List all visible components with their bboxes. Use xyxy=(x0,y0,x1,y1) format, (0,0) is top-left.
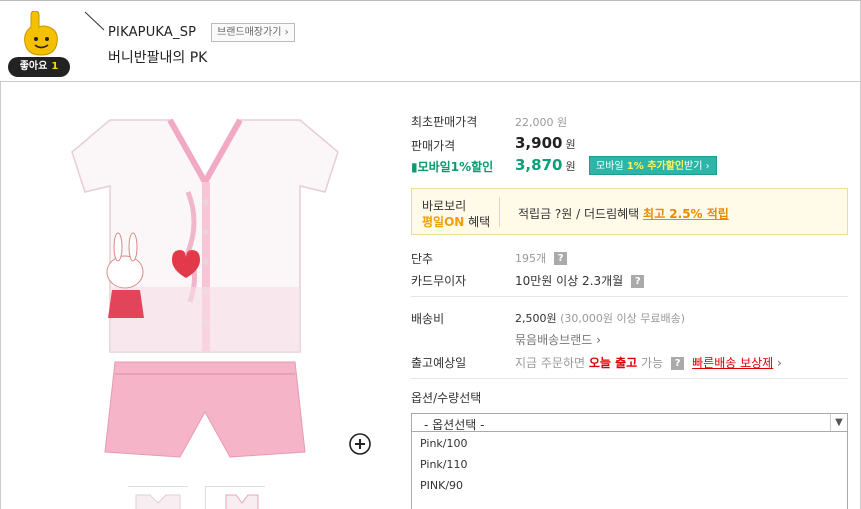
fast-delivery-arrow: › xyxy=(773,356,782,370)
benefit-text: 적립금 ?원 / 더드림혜택 최고 2.5% 적립 xyxy=(518,205,729,222)
benefit-rest: 혜택 xyxy=(464,215,491,229)
shipping-note: (30,000원 이상 무료배송) xyxy=(556,312,686,325)
divider xyxy=(411,378,848,379)
benefit-highlight-link[interactable]: 최고 2.5% 적립 xyxy=(643,207,729,221)
help-icon[interactable]: ? xyxy=(671,357,685,370)
release-today: 오늘 출고 xyxy=(588,356,638,370)
mobile-price: 3,870 원 xyxy=(515,156,576,174)
mobile-discount-label: ▮모바일1%할인 xyxy=(411,160,494,174)
divider xyxy=(411,296,848,297)
benefit-title: 바로보리 xyxy=(422,199,467,213)
mobile-price-unit: 원 xyxy=(565,160,576,173)
sale-price-value: 3,900 xyxy=(515,134,563,152)
benefit-text-pre: 적립금 ?원 / 더드림혜택 xyxy=(518,207,644,221)
release-pre: 지금 주문하면 xyxy=(515,356,589,370)
chevron-down-icon[interactable]: ▼ xyxy=(830,414,847,431)
option-list: Pink/100 Pink/110 PINK/90 xyxy=(411,432,848,509)
product-header: 좋아요 1 PIKAPUKA_SP 브랜드매장가기 › 버니반팔내의 PK xyxy=(0,0,861,82)
stock-label: 단추 xyxy=(411,252,434,266)
mobile-btn-post: 받기 › xyxy=(684,161,710,172)
card-interest-row: 10만원 이상 2.3개월? xyxy=(515,272,645,289)
option-item[interactable]: Pink/110 xyxy=(420,458,468,471)
option-item[interactable]: PINK/90 xyxy=(420,479,463,492)
bundle-shipping-link[interactable]: 묶음배송브랜드 › xyxy=(515,331,601,348)
help-icon[interactable]: ? xyxy=(631,275,645,288)
lowest-price-label: 최초판매가격 xyxy=(411,115,478,129)
shipping-label: 배송비 xyxy=(411,312,445,326)
mobile-price-value: 3,870 xyxy=(515,156,563,174)
sale-price-label: 판매가격 xyxy=(411,139,456,153)
shipping-row: 2,500원 (30,000원 이상 무료배송) xyxy=(515,310,685,326)
sale-price: 3,900 원 xyxy=(515,134,576,152)
card-interest-label: 카드무이자 xyxy=(411,274,467,288)
thumbs-up-icon xyxy=(24,11,58,56)
like-button[interactable]: 좋아요 1 xyxy=(8,11,72,77)
lowest-price-value: 22,000 원 xyxy=(515,116,568,129)
thumbnail-1[interactable] xyxy=(128,486,188,509)
release-row: 지금 주문하면 오늘 출고 가능? 빠른배송 보상제 › xyxy=(515,354,782,371)
stock-value: 195개 xyxy=(515,252,547,265)
mobile-discount-button[interactable]: 모바일 1% 추가할인받기 › xyxy=(589,156,717,175)
thumbnail-image xyxy=(225,494,259,509)
zoom-plus-icon[interactable] xyxy=(348,432,372,456)
product-image xyxy=(71,118,339,458)
option-select-value: - 옵션선택 - xyxy=(424,418,485,432)
thumbnail-2[interactable] xyxy=(205,486,265,509)
mobile-btn-highlight: 1% 추가할인 xyxy=(626,161,685,172)
bundle-link-text: 묶음배송브랜드 xyxy=(515,333,593,347)
shipping-value: 2,500원 xyxy=(515,312,557,325)
divider-slash-icon xyxy=(84,11,105,31)
benefit-divider xyxy=(499,197,500,227)
thumbnail-image xyxy=(135,494,181,509)
bundle-link-arrow: › xyxy=(592,333,601,347)
like-count: 1 xyxy=(51,61,59,72)
stock-row: 195개? xyxy=(515,250,568,266)
sale-price-unit: 원 xyxy=(565,138,576,151)
option-item[interactable]: Pink/100 xyxy=(420,437,468,450)
benefit-box: 바로보리 평일ON 혜택 적립금 ?원 / 더드림혜택 최고 2.5% 적립 xyxy=(411,188,848,235)
card-interest-value: 10만원 이상 2.3개월 xyxy=(515,274,624,288)
brand-shop-button[interactable]: 브랜드매장가기 › xyxy=(211,23,295,42)
benefit-on: 평일ON xyxy=(422,215,465,229)
fast-delivery-text: 빠른배송 보상제 xyxy=(692,356,774,370)
option-select[interactable]: - 옵션선택 - ▼ xyxy=(411,413,848,432)
product-title: 버니반팔내의 PK xyxy=(108,50,208,66)
like-label: 좋아요 xyxy=(19,61,48,72)
mobile-btn-pre: 모바일 xyxy=(596,161,627,172)
fast-delivery-link[interactable]: 빠른배송 보상제 › xyxy=(692,356,782,370)
brand-name[interactable]: PIKAPUKA_SP xyxy=(108,25,196,40)
like-badge: 좋아요 1 xyxy=(8,57,70,77)
release-date-label: 출고예상일 xyxy=(411,356,467,370)
benefit-subtitle: 평일ON 혜택 xyxy=(422,213,490,230)
options-label: 옵션/수량선택 xyxy=(411,391,482,405)
help-icon[interactable]: ? xyxy=(554,252,568,265)
release-post: 가능 xyxy=(637,356,664,370)
